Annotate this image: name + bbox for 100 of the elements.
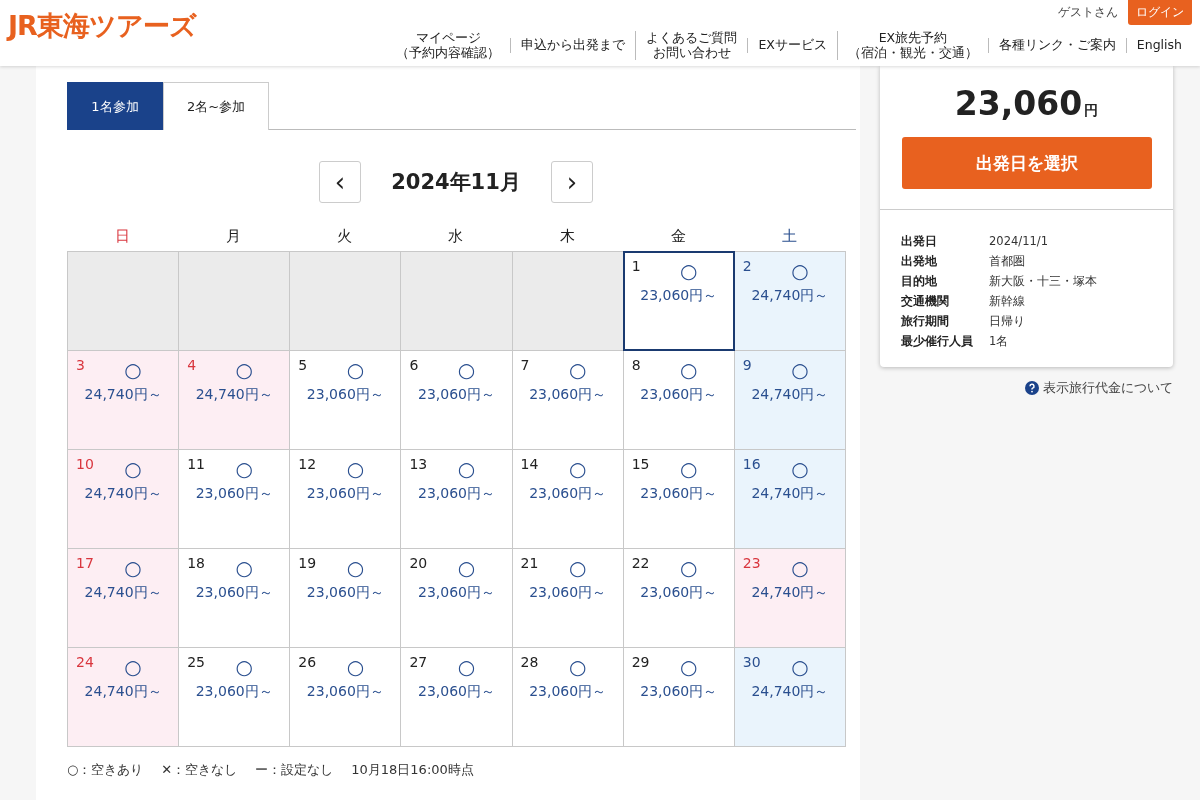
day-number: 20 — [409, 555, 428, 571]
tab[interactable]: 1名参加 — [67, 82, 163, 130]
day-cell[interactable]: 11 ○ 23,060円～ — [179, 450, 291, 549]
detail-value: 首都圏 — [989, 254, 1026, 269]
day-cell[interactable]: 30 ○ 24,740円～ — [734, 648, 846, 747]
day-price: 24,740円～ — [751, 584, 829, 602]
day-number: 9 — [742, 357, 752, 373]
availability-mark: ○ — [568, 359, 587, 381]
day-cell[interactable]: 14 ○ 23,060円～ — [512, 450, 624, 549]
day-price: 23,060円～ — [306, 485, 384, 503]
availability-mark: ○ — [680, 656, 698, 678]
detail-label: 旅行期間 — [901, 314, 950, 329]
day-price: 23,060円～ — [640, 287, 718, 305]
tab[interactable]: 2名~参加 — [163, 82, 269, 130]
day-cell[interactable]: 3 ○ 24,740円～ — [68, 351, 180, 450]
availability-mark: ○ — [680, 260, 698, 282]
total-price: 23,060 — [954, 84, 1083, 123]
day-price: 23,060円～ — [418, 584, 495, 602]
price-info-link[interactable]: 表示旅行代金について — [880, 379, 1173, 397]
day-cell[interactable]: 12 ○ 23,060円～ — [290, 450, 402, 549]
day-cell[interactable]: 21 ○ 23,060円～ — [512, 549, 624, 648]
day-number: 11 — [187, 456, 205, 472]
guest-label: ゲストさん — [1058, 4, 1118, 21]
nav-link[interactable]: マイページ （予約内容確認） — [386, 31, 511, 60]
day-price: 24,740円～ — [751, 287, 829, 305]
day-cell[interactable]: 6 ○ 23,060円～ — [401, 351, 513, 450]
day-cell[interactable]: 24 ○ 24,740円～ — [68, 648, 180, 747]
day-price: 23,060円～ — [418, 485, 495, 503]
day-cell[interactable]: 19 ○ 23,060円～ — [290, 549, 402, 648]
nav-link[interactable]: EX旅先予約 （宿泊・観光・交通） — [836, 31, 988, 60]
day-cell[interactable]: 9 ○ 24,740円～ — [734, 351, 846, 450]
legend-text: ○：空きあり — [67, 761, 144, 779]
detail-value: 1名 — [989, 334, 1010, 349]
availability-mark: ○ — [791, 260, 809, 282]
day-cell[interactable]: 27 ○ 23,060円～ — [401, 648, 513, 747]
help-icon — [1025, 381, 1039, 395]
day-cell[interactable]: 23 ○ 24,740円～ — [734, 549, 846, 648]
availability-mark: ○ — [346, 557, 365, 579]
day-cell[interactable]: 10 ○ 24,740円～ — [68, 450, 180, 549]
legend-text: 10月18日16:00時点 — [351, 761, 474, 779]
detail-label: 出発日 — [901, 234, 938, 249]
day-number: 26 — [298, 654, 317, 670]
day-number: 13 — [409, 456, 428, 472]
day-number: 15 — [631, 456, 650, 472]
next-month-button[interactable]: › — [551, 161, 593, 203]
detail-value: 日帰り — [989, 314, 1026, 329]
availability-mark: ○ — [457, 557, 476, 579]
day-cell[interactable]: 15 ○ 23,060円～ — [623, 450, 735, 549]
day-cell[interactable]: 22 ○ 23,060円～ — [623, 549, 735, 648]
day-number: 7 — [520, 357, 530, 373]
nav-link[interactable]: English — [1125, 38, 1192, 53]
day-number: 29 — [631, 654, 650, 670]
nav-link[interactable]: EXサービス — [747, 38, 837, 53]
day-number: 28 — [520, 654, 539, 670]
availability-mark: ○ — [791, 458, 809, 480]
day-cell[interactable]: 4 ○ 24,740円～ — [179, 351, 291, 450]
day-cell[interactable]: 16 ○ 24,740円～ — [734, 450, 846, 549]
availability-mark: ○ — [235, 359, 253, 381]
day-price: 23,060円～ — [195, 485, 273, 503]
day-price: 23,060円～ — [640, 584, 718, 602]
day-price: 23,060円～ — [195, 584, 273, 602]
day-cell[interactable]: 17 ○ 24,740円～ — [68, 549, 180, 648]
day-number: 24 — [76, 654, 94, 670]
detail-label: 出発地 — [901, 254, 938, 269]
day-price: 23,060円～ — [306, 386, 384, 404]
availability-mark: ○ — [791, 557, 809, 579]
availability-mark: ○ — [791, 359, 809, 381]
day-cell[interactable]: 5 ○ 23,060円～ — [290, 351, 402, 450]
day-cell[interactable]: 1 ○ 23,060円～ — [623, 252, 735, 351]
day-cell[interactable]: 2 ○ 24,740円～ — [734, 252, 846, 351]
day-cell[interactable]: 25 ○ 23,060円～ — [179, 648, 291, 747]
price-unit: 円 — [1084, 102, 1099, 120]
day-price: 24,740円～ — [84, 584, 162, 602]
day-price: 24,740円～ — [84, 485, 162, 503]
availability-mark: ○ — [124, 458, 142, 480]
day-cell[interactable]: 26 ○ 23,060円～ — [290, 648, 402, 747]
day-cell[interactable]: 7 ○ 23,060円～ — [512, 351, 624, 450]
detail-value: 新幹線 — [989, 294, 1026, 309]
day-price: 23,060円～ — [529, 485, 607, 503]
nav-link[interactable]: 申込から出発まで — [510, 38, 636, 53]
nav-link[interactable]: よくあるご質問 お問い合わせ — [635, 31, 748, 60]
weekday-label: 木 — [558, 226, 576, 246]
day-cell[interactable]: 20 ○ 23,060円～ — [401, 549, 513, 648]
nav-link[interactable]: 各種リンク・ご案内 — [987, 38, 1126, 53]
detail-label: 最少催行人員 — [901, 334, 974, 349]
day-cell[interactable]: 28 ○ 23,060円～ — [512, 648, 624, 747]
day-cell[interactable]: 29 ○ 23,060円～ — [623, 648, 735, 747]
day-price: 23,060円～ — [640, 386, 718, 404]
day-price: 24,740円～ — [195, 386, 273, 404]
day-cell[interactable]: 18 ○ 23,060円～ — [179, 549, 291, 648]
day-cell[interactable]: 13 ○ 23,060円～ — [401, 450, 513, 549]
day-price: 23,060円～ — [640, 485, 718, 503]
previous-month-button[interactable]: ‹ — [319, 161, 361, 203]
availability-mark: ○ — [346, 359, 365, 381]
weekday-label: 土 — [780, 226, 798, 246]
weekday-label: 日 — [114, 226, 132, 246]
day-number: 22 — [631, 555, 650, 571]
day-cell[interactable]: 8 ○ 23,060円～ — [623, 351, 735, 450]
availability-mark: ○ — [457, 359, 476, 381]
day-number: 6 — [409, 357, 419, 373]
